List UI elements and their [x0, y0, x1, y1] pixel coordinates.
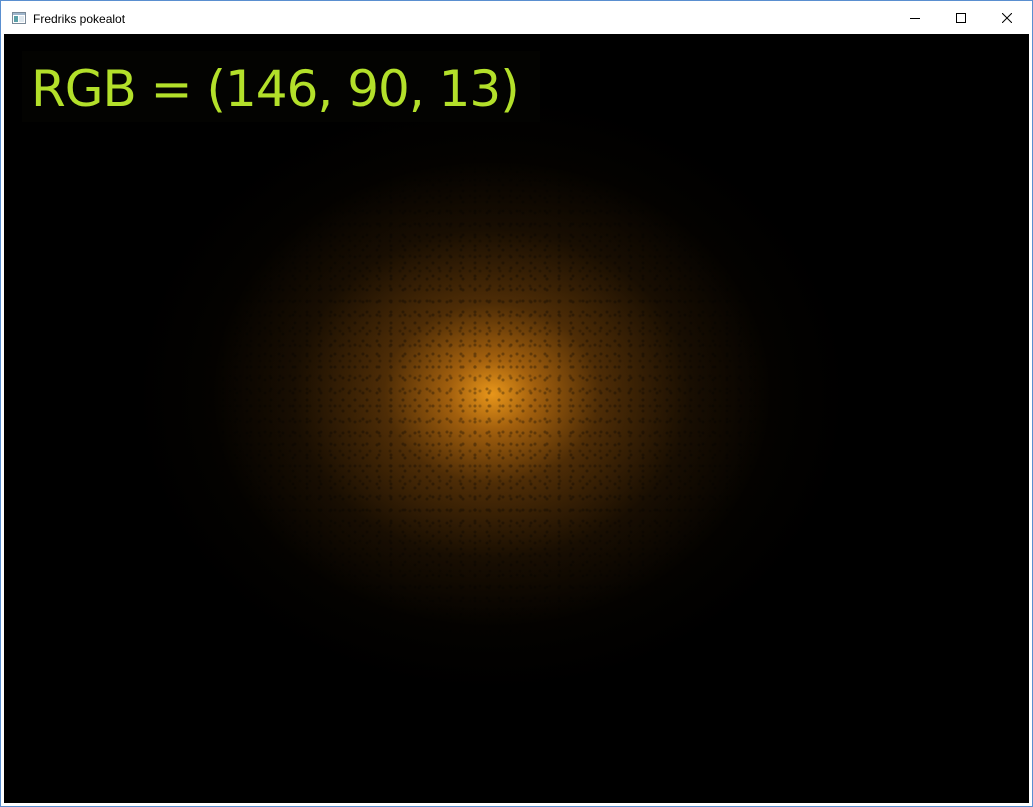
title-bar[interactable]: Fredriks pokealot — [1, 1, 1032, 34]
rgb-readout: RGB = (146, 90, 13) — [31, 60, 520, 118]
app-window: Fredriks pokealot RGB = (146, 90, 13) — [0, 0, 1033, 807]
maximize-button[interactable] — [938, 1, 984, 34]
cracked-texture — [4, 34, 1029, 803]
maximize-icon — [956, 12, 966, 23]
window-title: Fredriks pokealot — [33, 12, 126, 26]
close-icon — [1002, 12, 1012, 23]
minimize-icon — [910, 17, 920, 19]
close-button[interactable] — [984, 1, 1030, 34]
window-app-icon — [12, 12, 26, 24]
minimize-button[interactable] — [892, 1, 938, 34]
render-canvas[interactable]: RGB = (146, 90, 13) — [4, 34, 1029, 803]
